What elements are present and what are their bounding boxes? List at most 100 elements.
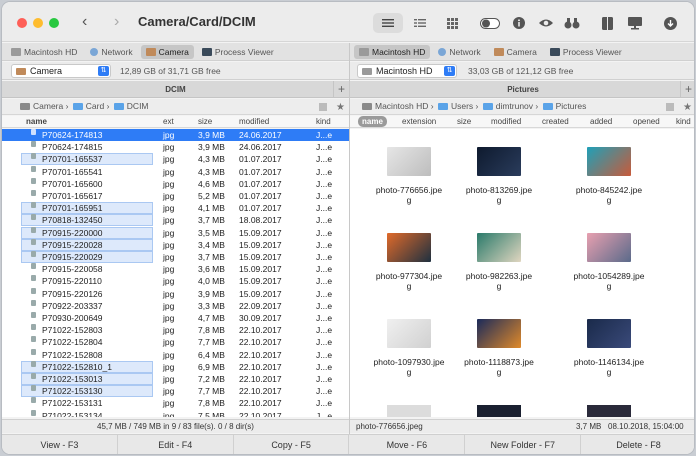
table-row[interactable]: P70930-200649 jpg 4,7 MB 30.09.2017 J...e <box>2 312 349 324</box>
right-tab-network[interactable]: Network <box>433 45 485 59</box>
table-row[interactable]: P70818-132450 jpg 3,7 MB 18.08.2017 J...e <box>2 214 349 226</box>
thumbnail-item[interactable]: photo-1054289.jpe g <box>570 233 648 291</box>
new-tab-icon[interactable]: + <box>333 81 349 97</box>
cell-size: 3,9 MB <box>198 288 225 299</box>
edit-button[interactable]: Edit - F4 <box>118 435 234 454</box>
col-modified[interactable]: modified <box>491 116 521 127</box>
col-extension[interactable]: extension <box>402 116 436 127</box>
close-window-button[interactable] <box>17 18 27 28</box>
crumb[interactable]: dimtrunov <box>496 101 533 111</box>
move-button[interactable]: Move - F6 <box>349 435 466 454</box>
table-row[interactable]: P70915-220110 jpg 4,0 MB 15.09.2017 J...e <box>2 275 349 287</box>
monitor-icon[interactable] <box>626 13 644 33</box>
table-row[interactable]: P70915-220058 jpg 3,6 MB 15.09.2017 J...e <box>2 263 349 275</box>
view-button[interactable]: View - F3 <box>2 435 118 454</box>
right-tab-macintosh-hd[interactable]: Macintosh HD <box>354 44 431 59</box>
col-ext[interactable]: ext <box>163 116 174 127</box>
copy-button[interactable]: Copy - F5 <box>234 435 350 454</box>
cell-size: 4,1 MB <box>198 203 225 214</box>
square-icon[interactable] <box>666 103 674 111</box>
star-icon[interactable]: ★ <box>683 100 692 115</box>
back-icon[interactable]: ‹ <box>82 13 87 31</box>
split-icon[interactable] <box>599 13 615 33</box>
col-size[interactable]: size <box>198 116 212 127</box>
cell-size: 7,8 MB <box>198 398 225 409</box>
download-icon[interactable] <box>661 13 679 33</box>
minimize-window-button[interactable] <box>33 18 43 28</box>
thumbnail-item[interactable]: photo-1146134.jpe g <box>570 319 648 377</box>
crumb[interactable]: Pictures <box>556 101 587 111</box>
cell-size: 3,7 MB <box>198 215 225 226</box>
crumb[interactable]: Camera <box>33 101 63 111</box>
col-opened[interactable]: opened <box>633 116 660 127</box>
table-row[interactable]: P70915-220028 jpg 3,4 MB 15.09.2017 J...e <box>2 238 349 251</box>
star-icon[interactable]: ★ <box>336 100 345 115</box>
col-created[interactable]: created <box>542 116 569 127</box>
left-tab-network[interactable]: Network <box>85 45 137 59</box>
left-file-list[interactable]: P70624-174813 jpg 3,9 MB 24.06.2017 J...e P70… <box>2 129 349 417</box>
cell-kind: J...e <box>316 166 333 177</box>
thumbnail-item[interactable]: photo-813269.jpe g <box>460 147 538 205</box>
crumb[interactable]: Card <box>86 101 104 111</box>
col-modified[interactable]: modified <box>239 116 269 127</box>
table-row[interactable]: P71022-152804 jpg 7,7 MB 22.10.2017 J...e <box>2 336 349 348</box>
table-row[interactable]: P70915-220126 jpg 3,9 MB 15.09.2017 J...e <box>2 287 349 300</box>
delete-button[interactable]: Delete - F8 <box>581 435 694 454</box>
left-drive-select[interactable]: Camera ⇅ <box>11 64 111 78</box>
table-row[interactable]: P71022-152803 jpg 7,8 MB 22.10.2017 J...e <box>2 324 349 336</box>
thumbnail-item[interactable]: photo-776656.jpe g <box>370 147 448 205</box>
crumb[interactable]: Macintosh HD <box>375 101 428 111</box>
table-row[interactable]: P70915-220029 jpg 3,7 MB 15.09.2017 J...e <box>2 251 349 263</box>
table-row[interactable]: P71022-152810_1 jpg 6,9 MB 22.10.2017 J...e <box>2 360 349 373</box>
table-row[interactable]: P70701-165600 jpg 4,6 MB 01.07.2017 J...e <box>2 177 349 190</box>
table-row[interactable]: P71022-153131 jpg 7,8 MB 22.10.2017 J...e <box>2 397 349 409</box>
new-tab-icon[interactable]: + <box>680 81 694 97</box>
right-drive-select[interactable]: Macintosh HD ⇅ <box>357 64 457 78</box>
grid-view-icon[interactable] <box>439 13 465 33</box>
thumbnail-item[interactable]: photo-982263.jpe g <box>460 233 538 291</box>
table-row[interactable]: P70922-203337 jpg 3,3 MB 22.09.2017 J...e <box>2 299 349 312</box>
folder-icon <box>482 103 493 110</box>
col-name[interactable]: name <box>26 116 47 127</box>
right-thumbnail-grid[interactable]: photo-776656.jpe g photo-813269.jpe g photo-… <box>350 129 694 417</box>
eye-icon[interactable] <box>535 13 557 33</box>
table-row[interactable]: P70701-165541 jpg 4,3 MB 01.07.2017 J...e <box>2 165 349 178</box>
table-row[interactable]: P71022-153130 jpg 7,7 MB 22.10.2017 J...e <box>2 385 349 397</box>
thumbnail-item[interactable]: photo-845242.jpe g <box>570 147 648 205</box>
thumbnail-item[interactable]: photo-1097930.jpe g <box>370 319 448 377</box>
columns-view-icon[interactable] <box>407 13 433 33</box>
crumb[interactable]: Users <box>451 101 473 111</box>
table-row[interactable]: P71022-153134 jpg 7,5 MB 22.10.2017 J...e <box>2 409 349 417</box>
forward-icon[interactable]: › <box>114 13 119 31</box>
thumbnail-image <box>477 147 521 176</box>
table-row[interactable]: P70701-165617 jpg 5,2 MB 01.07.2017 J...e <box>2 190 349 202</box>
left-tab-macintosh-hd[interactable]: Macintosh HD <box>6 45 82 59</box>
table-row[interactable]: P71022-152808 jpg 6,4 MB 22.10.2017 J...e <box>2 348 349 361</box>
table-row[interactable]: P70915-220000 jpg 3,5 MB 15.09.2017 J...e <box>2 226 349 239</box>
table-row[interactable]: P70701-165951 jpg 4,1 MB 01.07.2017 J...e <box>2 202 349 214</box>
thumbnail-item[interactable]: photo-1118873.jpe g <box>460 319 538 377</box>
table-row[interactable]: P70624-174815 jpg 3,9 MB 24.06.2017 J...e <box>2 141 349 153</box>
left-tab-process-viewer[interactable]: Process Viewer <box>197 45 279 59</box>
col-kind[interactable]: kind <box>316 116 331 127</box>
table-row[interactable]: P71022-153013 jpg 7,2 MB 22.10.2017 J...e <box>2 373 349 385</box>
square-icon[interactable] <box>319 103 327 111</box>
table-row[interactable]: P70624-174813 jpg 3,9 MB 24.06.2017 J...e <box>2 129 349 142</box>
table-row[interactable]: P70701-165537 jpg 4,3 MB 01.07.2017 J...e <box>2 153 349 165</box>
col-size[interactable]: size <box>457 116 471 127</box>
right-tab-camera[interactable]: Camera <box>489 45 542 59</box>
zoom-window-button[interactable] <box>49 18 59 28</box>
list-view-icon[interactable] <box>373 13 403 33</box>
col-added[interactable]: added <box>590 116 612 127</box>
new-folder-button[interactable]: New Folder - F7 <box>465 435 582 454</box>
info-icon[interactable] <box>509 13 529 33</box>
left-tab-camera[interactable]: Camera <box>140 44 194 59</box>
pane-title-text: Pictures <box>507 85 539 94</box>
thumbnail-item[interactable]: photo-977304.jpe g <box>370 233 448 291</box>
col-kind[interactable]: kind <box>676 116 691 127</box>
right-tab-process-viewer[interactable]: Process Viewer <box>545 45 627 59</box>
binoculars-icon[interactable] <box>561 13 583 33</box>
toggle-icon[interactable] <box>478 13 502 33</box>
col-name[interactable]: name <box>358 116 387 127</box>
crumb[interactable]: DCIM <box>127 101 149 111</box>
